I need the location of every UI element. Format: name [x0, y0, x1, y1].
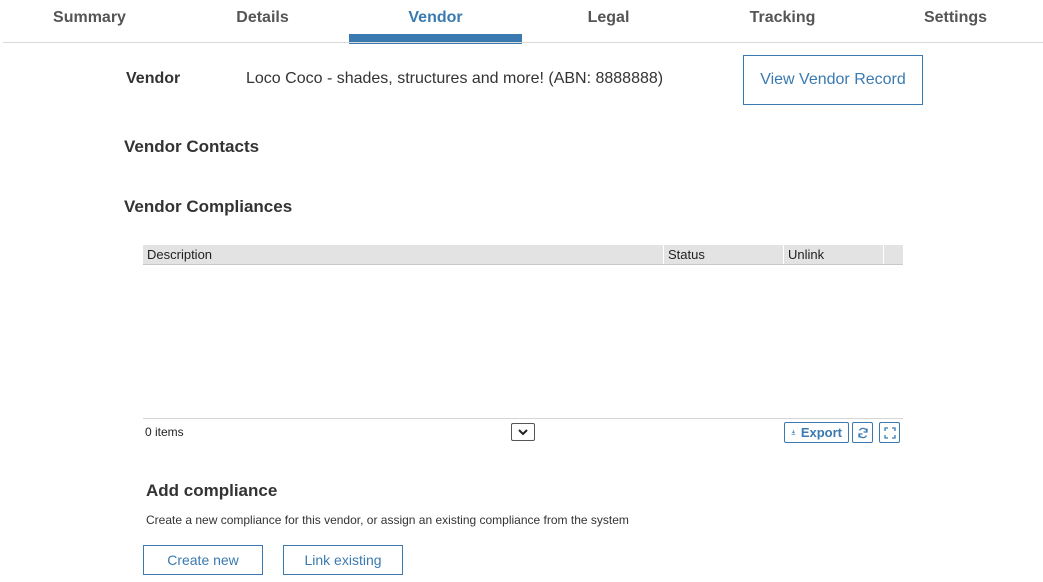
items-count: 0 items: [145, 425, 184, 439]
grid-body: [143, 265, 903, 418]
download-icon: [791, 429, 796, 435]
tab-details[interactable]: Details: [176, 0, 349, 42]
add-compliance-description: Create a new compliance for this vendor,…: [146, 513, 629, 527]
add-compliance-title: Add compliance: [146, 481, 278, 500]
column-header-spacer: [883, 245, 903, 264]
fullscreen-icon: [883, 426, 896, 439]
create-new-button[interactable]: Create new: [143, 545, 263, 575]
tab-tracking[interactable]: Tracking: [696, 0, 869, 42]
column-header-status[interactable]: Status: [663, 245, 783, 264]
vendor-name: Loco Coco - shades, structures and more!…: [246, 70, 664, 87]
tab-settings[interactable]: Settings: [869, 0, 1042, 42]
vendor-label: Vendor: [126, 70, 181, 87]
export-label: Export: [800, 425, 842, 440]
compliances-grid: Description Status Unlink 0 items Export: [143, 245, 903, 443]
tab-legal[interactable]: Legal: [522, 0, 695, 42]
tab-bar: Summary Details Vendor Legal Tracking Se…: [3, 0, 1043, 44]
tab-summary[interactable]: Summary: [3, 0, 176, 42]
column-header-unlink[interactable]: Unlink: [783, 245, 883, 264]
vendor-contacts-title: Vendor Contacts: [124, 137, 260, 156]
chevron-down-icon: [518, 428, 528, 435]
grid-footer-divider: [143, 418, 903, 419]
tab-bar-divider: [3, 42, 1043, 43]
fullscreen-button[interactable]: [879, 422, 900, 443]
column-header-description[interactable]: Description: [143, 245, 663, 264]
link-existing-button[interactable]: Link existing: [283, 545, 403, 575]
refresh-icon: [857, 427, 868, 438]
vendor-compliances-title: Vendor Compliances: [124, 197, 293, 216]
grid-header: Description Status Unlink: [143, 245, 903, 265]
page-size-select[interactable]: [511, 423, 535, 441]
refresh-button[interactable]: [852, 422, 873, 443]
view-vendor-record-button[interactable]: View Vendor Record: [743, 55, 923, 105]
export-button[interactable]: Export: [784, 422, 849, 443]
